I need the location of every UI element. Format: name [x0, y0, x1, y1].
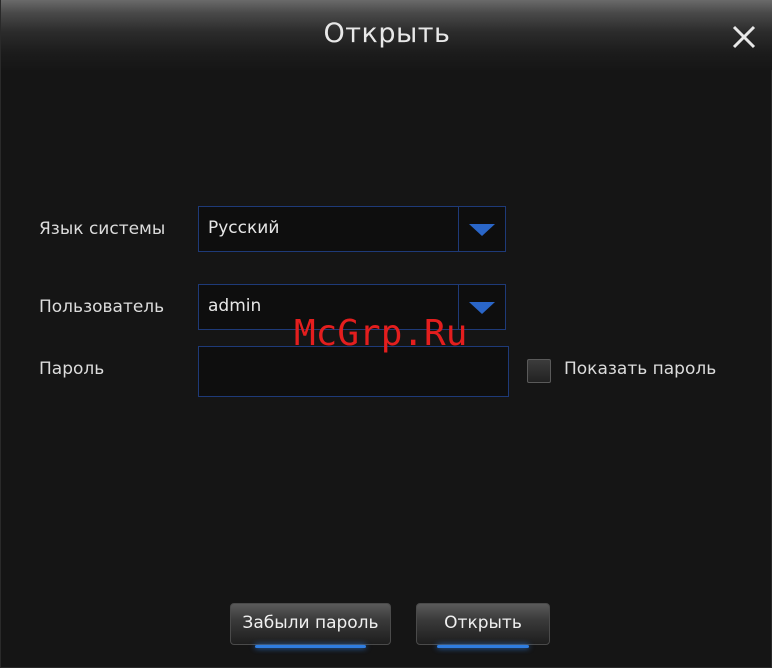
password-label: Пароль	[39, 359, 105, 379]
password-input[interactable]	[198, 346, 509, 397]
user-label: Пользователь	[39, 297, 165, 317]
close-button[interactable]	[729, 22, 759, 52]
forgot-password-button[interactable]: Забыли пароль	[230, 603, 391, 648]
show-password-checkbox[interactable]	[527, 359, 551, 383]
button-highlight	[436, 645, 530, 648]
button-highlight	[254, 645, 367, 648]
select-divider	[458, 207, 459, 251]
title-bar: Открыть	[1, 0, 772, 70]
open-label: Открыть	[444, 613, 522, 633]
show-password-label[interactable]: Показать пароль	[564, 359, 716, 379]
open-button[interactable]: Открыть	[416, 603, 550, 648]
chevron-down-icon[interactable]	[469, 224, 495, 236]
select-divider	[458, 285, 459, 329]
language-label: Язык системы	[39, 219, 166, 239]
chevron-down-icon[interactable]	[469, 302, 495, 314]
language-select[interactable]: Русский	[198, 206, 506, 252]
user-value: admin	[208, 296, 262, 316]
forgot-password-label: Забыли пароль	[242, 613, 379, 633]
language-value: Русский	[208, 218, 280, 238]
close-icon	[732, 25, 756, 49]
login-dialog: Открыть Язык системы Русский Пользовател…	[0, 0, 772, 668]
dialog-title: Открыть	[323, 18, 451, 49]
user-select[interactable]: admin	[198, 284, 506, 330]
